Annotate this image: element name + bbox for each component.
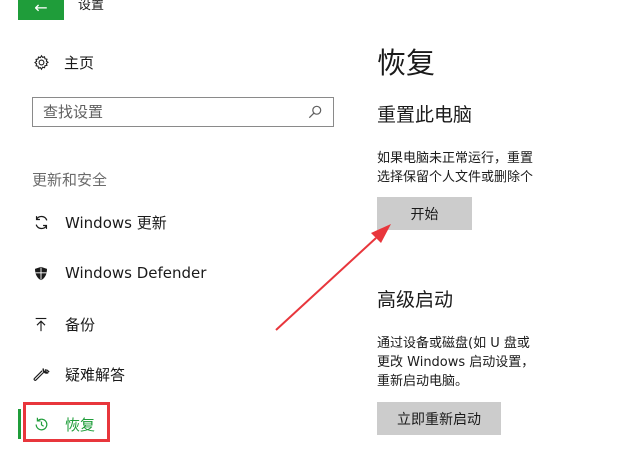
page-title: 恢复 [377, 46, 436, 80]
description-line: 如果电脑未正常运行，重置 [377, 151, 534, 166]
app-title: 设置 [78, 0, 105, 13]
description-line: 选择保留个人文件或删除个 [377, 170, 534, 185]
reset-pc-description: 如果电脑未正常运行，重置 选择保留个人文件或删除个 [377, 149, 557, 187]
wrench-icon [32, 365, 50, 383]
sidebar-item-windows-update[interactable]: Windows 更新 [32, 210, 167, 234]
sidebar-item-windows-defender[interactable]: Windows Defender [32, 261, 206, 285]
gear-icon [32, 53, 50, 71]
sidebar-item-backup[interactable]: 备份 [32, 312, 95, 336]
shield-icon [32, 264, 50, 282]
annotation-highlight-box [23, 402, 110, 442]
active-indicator [18, 409, 21, 439]
sidebar-item-label: Windows Defender [65, 264, 207, 282]
back-arrow-icon: ← [34, 0, 48, 17]
description-line: 更改 Windows 启动设置， [377, 355, 535, 370]
reset-pc-heading: 重置此电脑 [377, 104, 473, 126]
home-label: 主页 [64, 53, 95, 72]
description-line: 通过设备或磁盘(如 U 盘或 [377, 336, 530, 351]
sidebar-item-label: Windows 更新 [65, 213, 167, 232]
sidebar-item-label: 备份 [65, 315, 96, 334]
restart-now-button[interactable]: 立即重新启动 [377, 402, 501, 435]
search-input[interactable] [43, 103, 307, 121]
description-line: 重新启动电脑。 [377, 374, 469, 389]
home-link[interactable]: 主页 [32, 51, 94, 73]
back-button[interactable]: ← [18, 0, 64, 20]
search-icon[interactable] [307, 104, 323, 120]
advanced-startup-heading: 高级启动 [377, 289, 454, 311]
advanced-startup-description: 通过设备或磁盘(如 U 盘或 更改 Windows 启动设置， 重新启动电脑。 [377, 334, 557, 391]
sidebar-item-troubleshoot[interactable]: 疑难解答 [32, 362, 125, 386]
get-started-button[interactable]: 开始 [377, 197, 472, 230]
section-heading: 更新和安全 [32, 171, 108, 189]
sidebar-item-label: 疑难解答 [65, 365, 126, 384]
search-box[interactable] [32, 97, 334, 127]
backup-icon [32, 315, 50, 333]
refresh-icon [32, 213, 50, 231]
